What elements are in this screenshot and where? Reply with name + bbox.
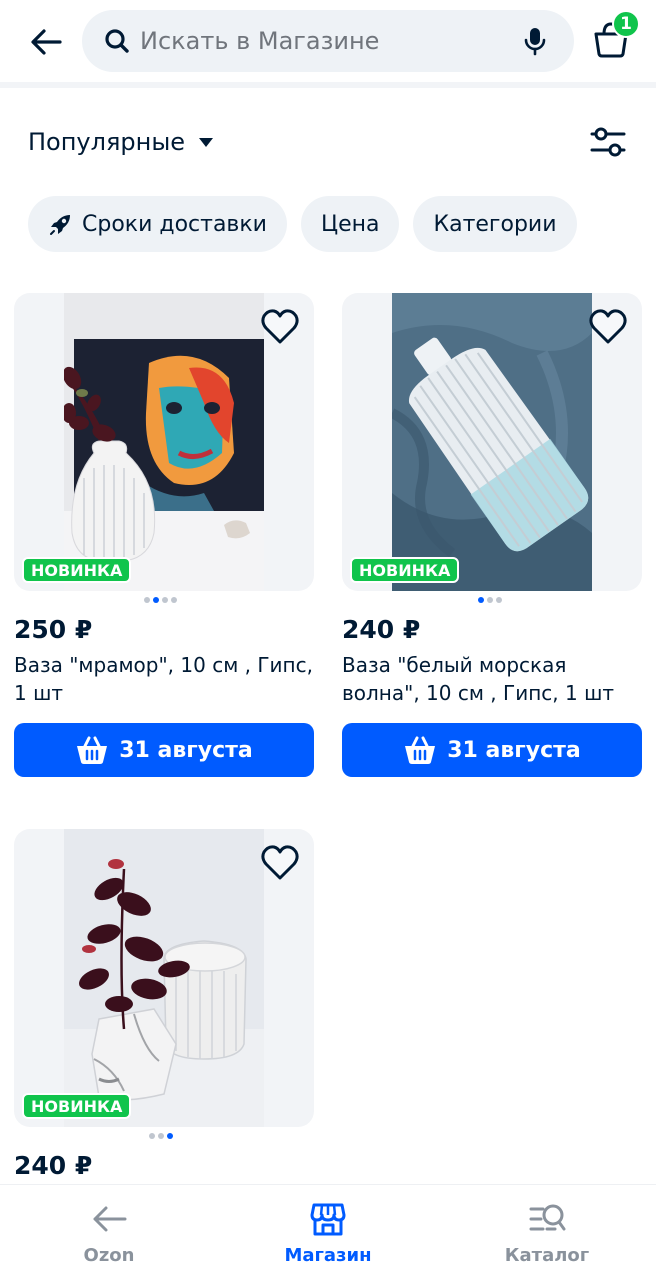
header-divider — [0, 82, 656, 88]
product-price: 240 ₽ — [14, 1151, 93, 1180]
product-price: 250 ₽ — [14, 615, 93, 644]
arrow-left-icon — [31, 29, 62, 55]
product-photo — [64, 829, 264, 1127]
pager-dot — [487, 597, 493, 603]
chip-label: Цена — [320, 211, 380, 237]
pager-dot — [144, 597, 150, 603]
filter-sliders-icon[interactable] — [588, 122, 628, 162]
search-input[interactable] — [140, 10, 500, 72]
product-title[interactable]: Ваза "белый морская волна", 10 см , Гипс… — [342, 651, 642, 707]
nav-label: Ozon — [83, 1245, 135, 1266]
pager-dot-active — [153, 597, 159, 603]
bottom-navigation: Ozon Магазин Каталог — [0, 1184, 656, 1280]
microphone-icon[interactable] — [520, 26, 550, 56]
basket-icon — [405, 736, 436, 764]
caret-down-icon — [199, 137, 214, 147]
product-image[interactable]: НОВИНКА — [14, 293, 314, 591]
nav-store[interactable]: Магазин — [248, 1185, 408, 1280]
new-badge: НОВИНКА — [22, 557, 132, 583]
product-image[interactable]: НОВИНКА — [14, 829, 314, 1127]
product-title[interactable]: Ваза "мрамор", 10 см , Гипс, 1 шт — [14, 651, 314, 707]
chip-label: Категории — [433, 211, 557, 237]
top-bar: 1 — [0, 0, 656, 82]
pager-dot-active — [167, 1133, 173, 1139]
nav-ozon[interactable]: Ozon — [29, 1185, 189, 1280]
pager-dot — [162, 597, 168, 603]
product-photo — [392, 293, 592, 591]
pager-dot — [149, 1133, 155, 1139]
delivery-date-button[interactable]: 31 августа — [342, 723, 642, 777]
sort-dropdown[interactable]: Популярные — [28, 124, 214, 160]
new-badge: НОВИНКА — [22, 1093, 132, 1119]
pager-dot — [158, 1133, 164, 1139]
delivery-date-button[interactable]: 31 августа — [14, 723, 314, 777]
sort-label: Популярные — [28, 128, 186, 156]
new-badge: НОВИНКА — [350, 557, 460, 583]
nav-label: Каталог — [504, 1245, 590, 1266]
delivery-date-label: 31 августа — [119, 737, 253, 763]
image-pager-dots — [144, 597, 177, 605]
nav-catalog[interactable]: Каталог — [467, 1185, 627, 1280]
chip-label: Сроки доставки — [82, 211, 267, 237]
pager-dot-active — [478, 597, 484, 603]
image-pager-dots — [149, 1133, 173, 1141]
nav-label: Магазин — [284, 1245, 372, 1266]
cart-count-badge: 1 — [612, 10, 640, 38]
search-icon — [105, 29, 129, 53]
product-price: 240 ₽ — [342, 615, 421, 644]
image-pager-dots — [478, 597, 502, 605]
heart-icon[interactable] — [588, 307, 628, 347]
rocket-icon — [50, 215, 70, 235]
heart-icon[interactable] — [260, 307, 300, 347]
basket-icon — [77, 736, 108, 764]
chip-delivery-time[interactable]: Сроки доставки — [28, 196, 287, 252]
back-arrow-icon — [93, 1206, 127, 1232]
search-bar[interactable] — [82, 10, 574, 72]
product-image[interactable]: НОВИНКА — [342, 293, 642, 591]
filter-chips: Сроки доставки Цена Категории — [28, 196, 577, 252]
delivery-date-label: 31 августа — [447, 737, 581, 763]
catalog-search-icon — [529, 1204, 566, 1231]
heart-icon[interactable] — [260, 843, 300, 883]
store-icon — [310, 1203, 346, 1236]
pager-dot — [496, 597, 502, 603]
product-photo — [64, 293, 264, 591]
back-button[interactable] — [22, 18, 70, 66]
chip-price[interactable]: Цена — [300, 196, 400, 252]
pager-dot — [171, 597, 177, 603]
chip-categories[interactable]: Категории — [413, 196, 577, 252]
